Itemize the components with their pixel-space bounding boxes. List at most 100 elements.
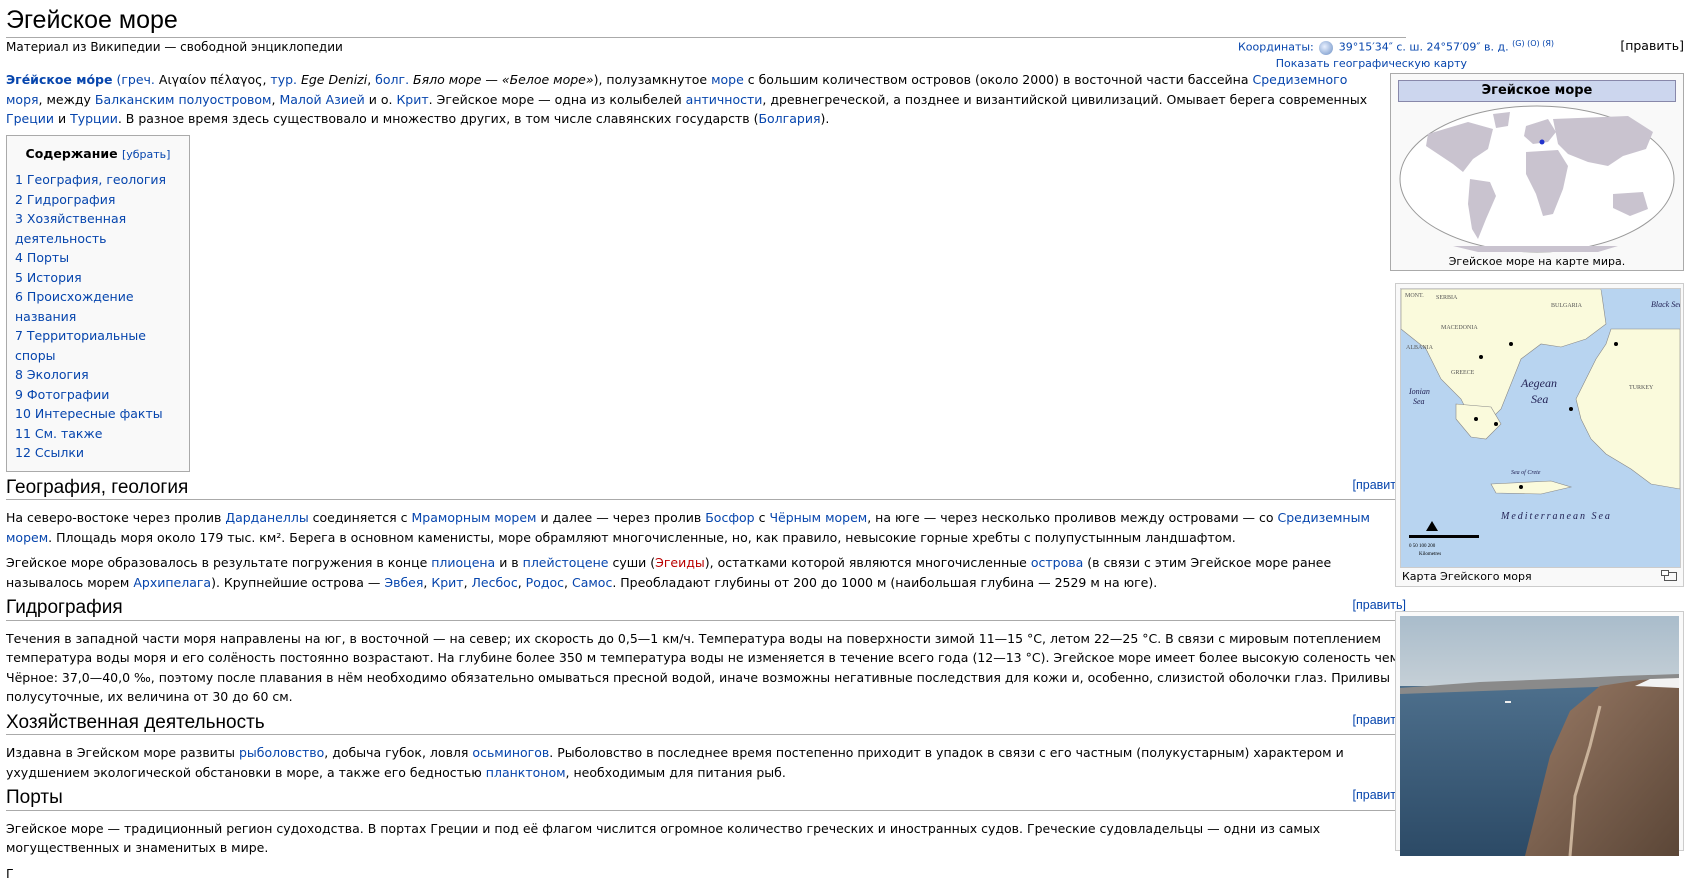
sea-link[interactable]: море	[711, 72, 744, 87]
octopus-link[interactable]: осьминогов	[472, 745, 549, 760]
aegean-photo-image[interactable]	[1400, 616, 1679, 856]
text: , на юге — через несколько проливов межд…	[867, 510, 1278, 525]
world-map-image[interactable]	[1398, 104, 1676, 254]
aegean-map-image[interactable]: Black Sea Aegean Sea Ionian Sea Mediterr…	[1400, 288, 1681, 568]
toc-item[interactable]: 9 Фотографии	[15, 387, 109, 402]
map-label: Mediterranean Sea	[1500, 511, 1612, 522]
show-map-link[interactable]: Показать географическую карту	[1276, 57, 1467, 70]
turkish-abbr-link[interactable]: тур.	[270, 72, 297, 87]
map-label: MONT.	[1405, 293, 1424, 299]
text: ), остатками которой являются многочисле…	[704, 555, 1031, 570]
ports-paragraph-2: Г	[6, 865, 14, 881]
greece-link[interactable]: Греции	[6, 111, 54, 126]
map-caption: Карта Эгейского моря	[1402, 570, 1532, 583]
map-label: SERBIA	[1436, 295, 1458, 301]
antiquity-link[interactable]: античности	[686, 92, 763, 107]
toc-item[interactable]: 10 Интересные факты	[15, 406, 163, 421]
text: с	[754, 510, 770, 525]
toc-item[interactable]: 5 История	[15, 270, 82, 285]
turkey-link[interactable]: Турции	[70, 111, 118, 126]
bulgarian-name: Бяло море — «Белое море»	[409, 72, 594, 87]
greek-abbr-link[interactable]: греч.	[121, 72, 155, 87]
map-label: 0 50 100 200	[1409, 544, 1436, 549]
intro-text: и о.	[364, 91, 397, 107]
econ-paragraph: Издавна в Эгейском море развиты рыболовс…	[6, 743, 1406, 782]
coordinates-label[interactable]: Координаты:	[1238, 41, 1314, 54]
magnify-icon[interactable]	[1661, 570, 1677, 581]
section-title: Гидрография	[6, 597, 123, 618]
intro-text: с большим количеством островов (около 20…	[743, 72, 1253, 87]
archipelago-link[interactable]: Архипелага	[133, 575, 211, 590]
intro-text: . В разное время здесь существовало и мн…	[117, 111, 759, 126]
intro-title-link[interactable]: Эге́йское мо́ре	[6, 72, 112, 87]
pliocene-link[interactable]: плиоцена	[431, 555, 495, 570]
edit-top-link[interactable]: [править]	[1620, 38, 1684, 53]
bulgarian-abbr-link[interactable]: болг.	[375, 72, 409, 87]
toc-item[interactable]: 7 Территориальные споры	[15, 328, 146, 363]
marmara-link[interactable]: Мраморным морем	[412, 510, 537, 525]
toc-item[interactable]: 12 Ссылки	[15, 445, 84, 460]
toc-item[interactable]: 8 Экология	[15, 367, 89, 382]
toc-title: Содержание	[25, 145, 118, 161]
intro-text: и	[54, 111, 71, 126]
crete-island-link[interactable]: Крит	[431, 575, 463, 590]
toc-item[interactable]: 1 География, геология	[15, 172, 166, 187]
bulgaria-link[interactable]: Болгария	[758, 111, 820, 126]
map-label: Aegean	[1520, 376, 1557, 390]
toc-item[interactable]: 6 Происхождение названия	[15, 289, 134, 324]
asia-minor-link[interactable]: Малой Азией	[279, 92, 364, 107]
section-heading-ports: Порты [править]	[6, 788, 1406, 811]
pleistocene-link[interactable]: плейстоцене	[523, 555, 609, 570]
text: Эгейское море образовалось в результате …	[6, 555, 432, 570]
globe-icon[interactable]	[1319, 40, 1334, 55]
text: соединяется с	[308, 510, 412, 525]
map-label: MACEDONIA	[1441, 325, 1478, 331]
map-label: Black Sea	[1651, 300, 1680, 309]
samos-link[interactable]: Самос	[572, 575, 612, 590]
map-label: Sea	[1531, 392, 1548, 406]
coordinates-sup-links[interactable]: (G) (O) (Я)	[1512, 39, 1554, 48]
infobox-caption: Эгейское море на карте мира.	[1448, 255, 1626, 268]
coordinates-link[interactable]: 39°15′34″ с. ш. 24°57′09″ в. д.	[1339, 41, 1509, 54]
section-heading-hydrography: Гидрография [править]	[6, 598, 1406, 621]
table-of-contents: Содержание [убрать] 1 География, геологи…	[6, 134, 190, 472]
islands-link[interactable]: острова	[1031, 555, 1083, 570]
section-title: Порты	[6, 787, 63, 808]
lesbos-link[interactable]: Лесбос	[472, 575, 518, 590]
text: и далее — через пролив	[536, 510, 706, 525]
intro-paragraph: Эге́йское мо́ре (греч. Αιγαίον πέλαγος, …	[6, 70, 1386, 129]
dardanelles-link[interactable]: Дарданеллы	[225, 510, 308, 525]
map-label: Ionian	[1408, 387, 1430, 396]
page-title: Эгейское море	[6, 4, 1406, 38]
black-sea-link[interactable]: Чёрным морем	[769, 510, 867, 525]
crete-link[interactable]: Крит	[396, 92, 428, 107]
infobox: Эгейское море Эгейское море на карте мир…	[1390, 73, 1684, 271]
scale-bar	[1409, 535, 1479, 538]
ports-paragraph: Эгейское море — традиционный регион судо…	[6, 820, 1321, 856]
article-content: Эге́йское мо́ре (греч. Αιγαίον πέλαγος, …	[6, 70, 1406, 889]
text: ,	[564, 574, 572, 590]
aegeis-redlink[interactable]: Эгеиды	[655, 555, 705, 570]
rhodes-link[interactable]: Родос	[526, 575, 564, 590]
text: ). Крупнейшие острова —	[211, 574, 385, 590]
map-label: TURKEY	[1629, 385, 1654, 391]
location-marker	[1539, 139, 1545, 145]
sep: ,	[367, 72, 376, 87]
toc-item[interactable]: 11 См. также	[15, 426, 102, 441]
text: . Преобладают глубины от 200 до 1000 м (…	[612, 574, 1158, 590]
bosporus-link[interactable]: Босфор	[705, 510, 754, 525]
fishing-link[interactable]: рыболовство	[239, 745, 324, 760]
toc-item[interactable]: 4 Порты	[15, 250, 69, 265]
toc-toggle-link[interactable]: [убрать]	[122, 148, 171, 161]
text: . Площадь моря около 179 тыс. км². Берег…	[48, 529, 1236, 545]
map-label: Sea of Crete	[1511, 469, 1541, 476]
balkan-link[interactable]: Балканским полуостровом	[95, 92, 272, 107]
toc-item[interactable]: 3 Хозяйственная деятельность	[15, 211, 126, 246]
plankton-link[interactable]: планктоном	[486, 765, 566, 780]
euboea-link[interactable]: Эвбея	[384, 575, 423, 590]
toc-item[interactable]: 2 Гидрография	[15, 192, 115, 207]
map-label: GREECE	[1451, 370, 1475, 376]
hydro-paragraph: Течения в западной части моря направлены…	[6, 630, 1400, 705]
turkish-name: Ege Denizi	[297, 72, 368, 87]
coordinates: Координаты: 39°15′34″ с. ш. 24°57′09″ в.…	[1238, 39, 1554, 55]
